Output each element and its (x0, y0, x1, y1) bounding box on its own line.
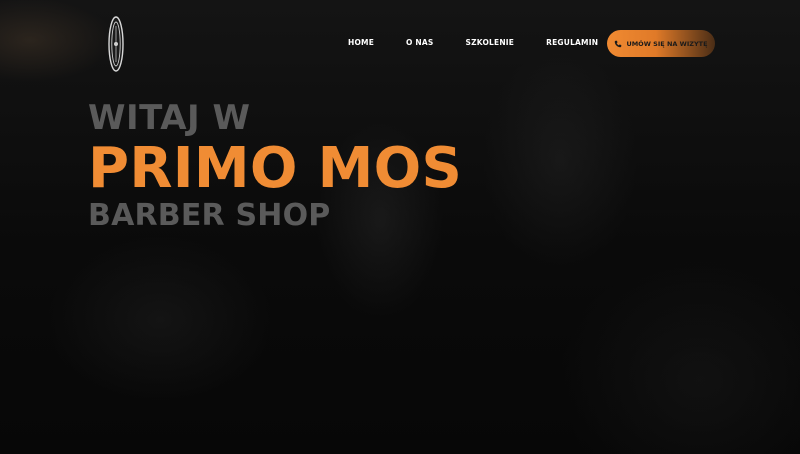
barber-logo-icon (108, 16, 124, 72)
hero-brand-title: PRIMO MOS (88, 136, 463, 201)
nav-about[interactable]: O NAS (406, 38, 433, 47)
site-logo[interactable] (108, 16, 124, 72)
nav-rules[interactable]: REGULAMIN (546, 38, 598, 47)
nav-home[interactable]: HOME (348, 38, 374, 47)
book-visit-label: UMÓW SIĘ NA WIZYTĘ (626, 39, 708, 48)
main-nav: HOME O NAS SZKOLENIE REGULAMIN (348, 38, 598, 47)
hero-subtitle: BARBER SHOP (88, 198, 331, 233)
book-visit-button[interactable]: UMÓW SIĘ NA WIZYTĘ (607, 30, 715, 57)
hero-welcome-text: WITAJ W (88, 98, 251, 138)
nav-training[interactable]: SZKOLENIE (466, 38, 515, 47)
phone-icon (615, 40, 622, 47)
